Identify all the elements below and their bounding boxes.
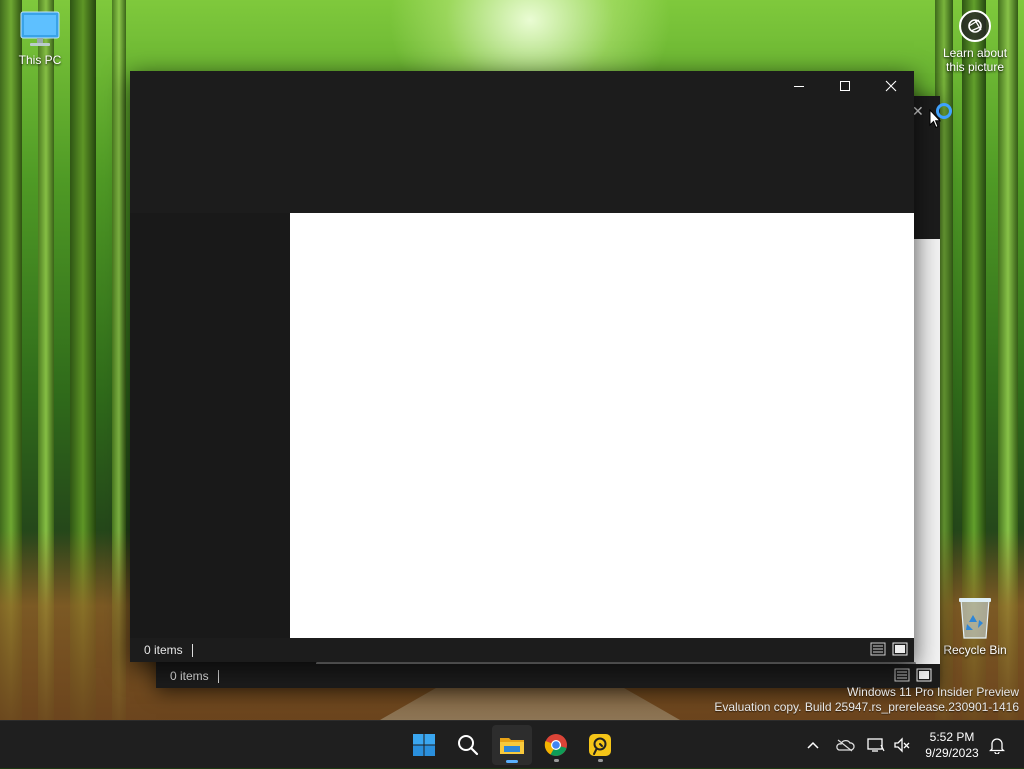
- onedrive-tray-button[interactable]: [832, 721, 858, 769]
- onedrive-icon: [836, 739, 855, 752]
- volume-muted-icon: [894, 737, 910, 753]
- large-icons-view-icon[interactable]: [916, 668, 932, 682]
- running-indicator: [598, 759, 603, 762]
- notification-bell-icon: [989, 738, 1005, 754]
- close-button[interactable]: [868, 71, 914, 101]
- mouse-cursor-icon: [929, 109, 941, 129]
- watermark-line1: Windows 11 Pro Insider Preview: [847, 685, 1019, 699]
- minimize-button[interactable]: [776, 71, 822, 101]
- details-view-icon[interactable]: [870, 642, 886, 656]
- status-bar: 0 items: [130, 638, 914, 662]
- recycle-bin-label: Recycle Bin: [943, 643, 1007, 657]
- status-separator: [217, 669, 219, 683]
- file-explorer-window[interactable]: 0 items: [130, 71, 914, 662]
- chevron-up-icon: [807, 741, 819, 749]
- search-button[interactable]: [448, 725, 488, 765]
- close-icon: [885, 80, 897, 92]
- taskbar: 5:52 PM 9/29/2023: [0, 720, 1024, 768]
- start-icon: [413, 734, 435, 756]
- this-pc-label: This PC: [18, 53, 62, 67]
- active-window-indicator: [506, 760, 518, 763]
- monitor-icon: [20, 11, 60, 46]
- chrome-icon: [544, 734, 567, 756]
- file-explorer-taskbar-button[interactable]: [492, 725, 532, 765]
- network-icon: [867, 738, 885, 752]
- chrome-taskbar-button[interactable]: [536, 725, 576, 765]
- file-explorer-icon: [500, 738, 524, 754]
- remote-desktop-icon: [589, 734, 611, 756]
- details-view-icon[interactable]: [894, 668, 910, 682]
- recycle-bin-desktop-icon[interactable]: Recycle Bin: [940, 596, 1010, 657]
- maximize-icon: [840, 81, 850, 91]
- running-indicator: [554, 759, 559, 762]
- learn-label-line2: this picture: [945, 60, 1005, 74]
- title-bar[interactable]: [130, 71, 914, 101]
- learn-label-line1: Learn about: [942, 46, 1008, 60]
- remote-app-taskbar-button[interactable]: [580, 725, 620, 765]
- minimize-icon: [794, 86, 804, 87]
- volume-tray-button[interactable]: [891, 721, 913, 769]
- start-button[interactable]: [404, 725, 444, 765]
- file-list-pane[interactable]: [290, 213, 914, 638]
- file-pane-background: [914, 239, 940, 664]
- large-icons-view-icon[interactable]: [892, 642, 908, 656]
- network-tray-button[interactable]: [865, 721, 887, 769]
- status-items-count: 0 items: [170, 669, 209, 683]
- recycle-bin-icon: [959, 598, 991, 639]
- learn-about-picture-icon[interactable]: Learn about this picture: [938, 10, 1012, 74]
- search-icon: [458, 735, 479, 756]
- watermark-line2: Evaluation copy. Build 25947.rs_prerelea…: [714, 700, 1019, 714]
- show-hidden-icons-button[interactable]: [802, 721, 824, 769]
- status-items-count: 0 items: [144, 643, 183, 657]
- status-separator: [191, 643, 193, 657]
- view-switcher: [870, 642, 908, 656]
- this-pc-desktop-icon[interactable]: This PC: [10, 10, 70, 67]
- camera-icon: [959, 10, 991, 42]
- clock-date: 9/29/2023: [925, 746, 979, 760]
- navigation-pane[interactable]: [130, 213, 290, 638]
- maximize-button[interactable]: [822, 71, 868, 101]
- notification-center-button[interactable]: [986, 721, 1008, 769]
- clock-time: 5:52 PM: [929, 730, 975, 744]
- clock[interactable]: 5:52 PM 9/29/2023: [918, 729, 986, 761]
- evaluation-watermark: Windows 11 Pro Insider Preview Evaluatio…: [714, 685, 1019, 715]
